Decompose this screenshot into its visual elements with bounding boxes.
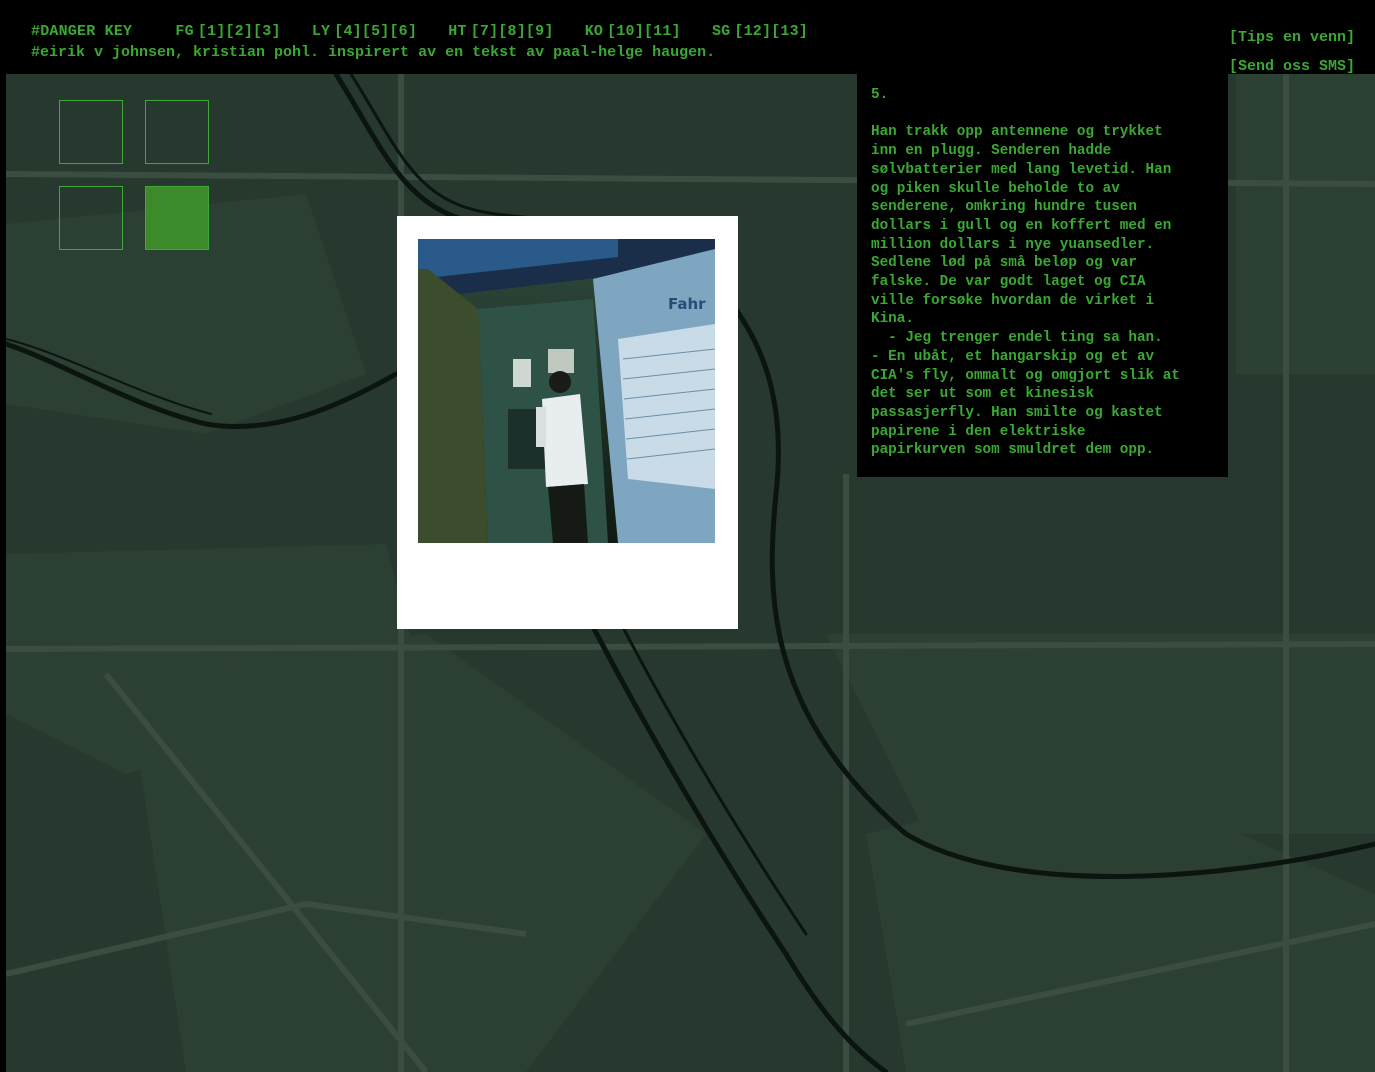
- nav-link-8[interactable]: [8]: [498, 23, 526, 40]
- nav-group-fg: FG [1][2][3]: [175, 23, 289, 40]
- grid-square-3[interactable]: [59, 186, 123, 250]
- story-number: 5.: [871, 87, 889, 103]
- nav-link-4[interactable]: [4]: [334, 23, 362, 40]
- photo-image: Fahr: [418, 239, 715, 543]
- nav-group-ko: KO [10][11]: [585, 23, 690, 40]
- nav-link-9[interactable]: [9]: [526, 23, 554, 40]
- tips-friend-link[interactable]: [Tips en venn]: [1229, 23, 1355, 52]
- top-navigation: #DANGER KEY FG [1][2][3] LY [4][5][6] HT [7…: [31, 23, 830, 40]
- nav-group-code: LY: [311, 23, 331, 40]
- credits-line: #eirik v johnsen, kristian pohl. inspire…: [31, 44, 716, 61]
- top-right-links: [Tips en venn] [Send oss SMS]: [1229, 23, 1355, 81]
- photo-sign-text: Fahr: [668, 295, 706, 313]
- story-panel: 5. Han trakk opp antennene og trykket in…: [857, 74, 1228, 477]
- story-text: Han trakk opp antennene og trykket inn e…: [871, 124, 1180, 459]
- photo-man-at-ticket-machine: Fahr: [418, 239, 715, 543]
- nav-link-10[interactable]: [10]: [607, 23, 644, 40]
- nav-link-3[interactable]: [3]: [253, 23, 281, 40]
- nav-group-code: KO: [584, 23, 604, 40]
- nav-link-2[interactable]: [2]: [225, 23, 253, 40]
- grid-square-2[interactable]: [145, 100, 209, 164]
- nav-group-code: SG: [711, 23, 731, 40]
- nav-group-ly: LY [4][5][6]: [312, 23, 426, 40]
- nav-group-ht: HT [7][8][9]: [448, 23, 562, 40]
- nav-group-code: FG: [175, 23, 194, 40]
- grid-square-1[interactable]: [59, 100, 123, 164]
- nav-link-1[interactable]: [1]: [198, 23, 226, 40]
- site-title[interactable]: #DANGER KEY: [31, 23, 132, 40]
- nav-link-12[interactable]: [12]: [734, 23, 771, 40]
- nav-link-6[interactable]: [6]: [389, 23, 417, 40]
- nav-link-5[interactable]: [5]: [362, 23, 390, 40]
- send-sms-link[interactable]: [Send oss SMS]: [1229, 52, 1355, 81]
- nav-link-7[interactable]: [7]: [471, 23, 499, 40]
- polaroid-frame: Fahr: [397, 216, 738, 629]
- header-bar: #DANGER KEY FG [1][2][3] LY [4][5][6] HT [7…: [0, 0, 1375, 75]
- nav-group-sg: SG [12][13]: [712, 23, 808, 40]
- nav-link-11[interactable]: [11]: [644, 23, 681, 40]
- grid-square-4-active[interactable]: [145, 186, 209, 250]
- nav-link-13[interactable]: [13]: [771, 23, 808, 40]
- nav-group-code: HT: [448, 23, 467, 40]
